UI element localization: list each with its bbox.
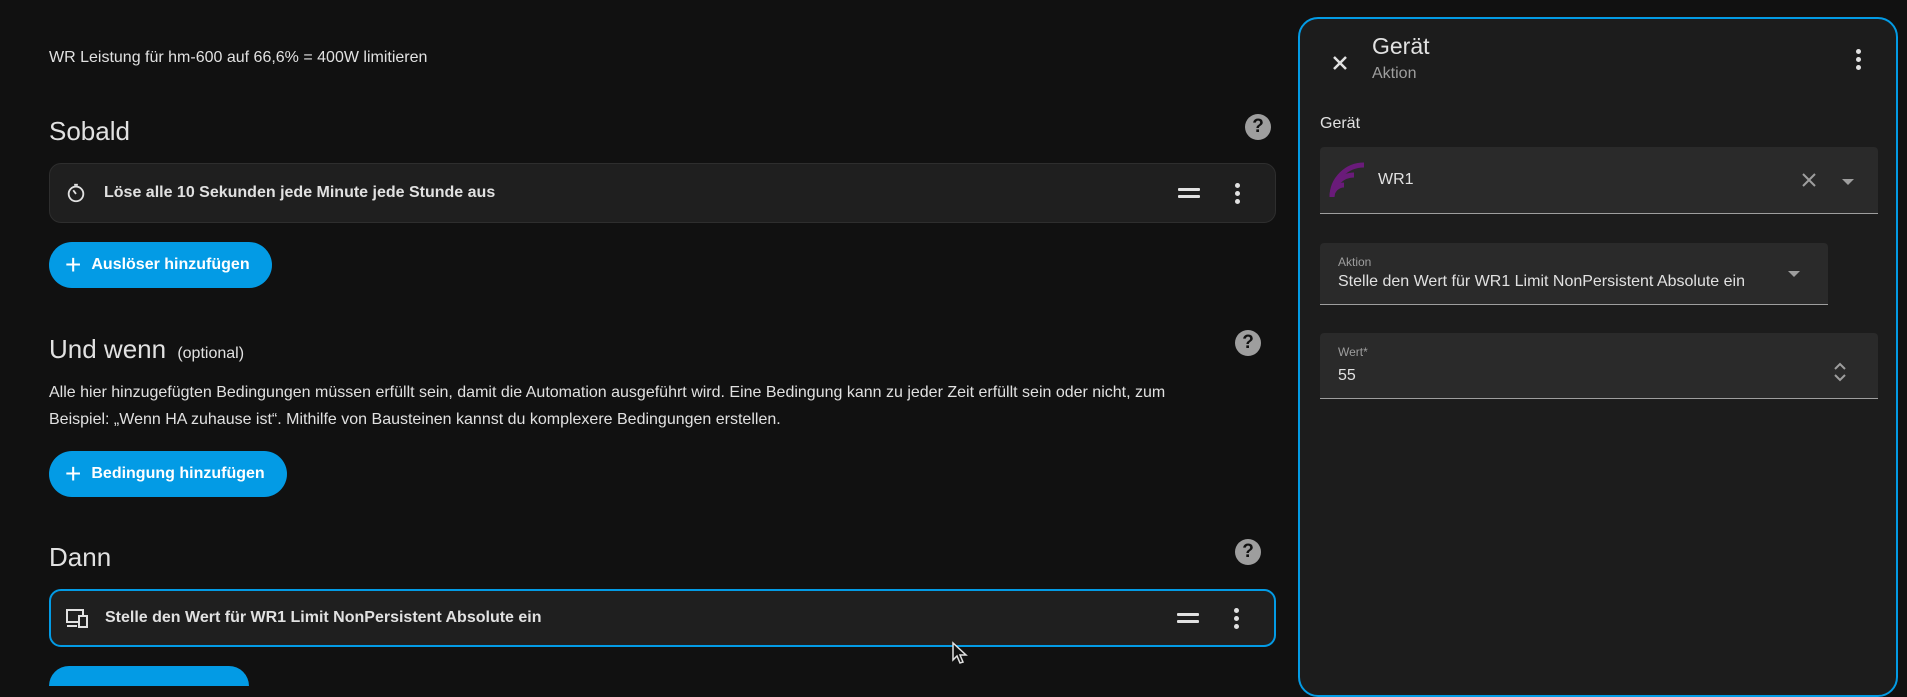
value-input[interactable]: Wert* 55 xyxy=(1320,333,1878,399)
triggers-title: Sobald xyxy=(49,116,130,146)
automation-editor: WR Leistung für hm-600 auf 66,6% = 400W … xyxy=(0,0,1300,686)
drag-handle-icon[interactable] xyxy=(1176,606,1200,630)
plus-icon: + xyxy=(65,458,82,489)
close-icon[interactable] xyxy=(1328,51,1352,75)
conditions-paragraph: Alle hier hinzugefügten Bedingungen müss… xyxy=(49,379,1279,433)
help-icon[interactable]: ? xyxy=(1235,539,1261,565)
trigger-row[interactable]: Löse alle 10 Sekunden jede Minute jede S… xyxy=(49,163,1276,223)
add-trigger-label: Auslöser hinzufügen xyxy=(91,256,250,273)
trigger-label: Löse alle 10 Sekunden jede Minute jede S… xyxy=(104,184,496,201)
conditions-optional: (optional) xyxy=(177,345,245,362)
panel-subtitle: Aktion xyxy=(1372,65,1417,82)
more-vert-icon[interactable] xyxy=(1846,47,1870,71)
actions-title: Dann xyxy=(49,542,112,572)
mouse-cursor-icon xyxy=(950,641,968,670)
clear-icon[interactable] xyxy=(1800,171,1818,194)
action-label: Stelle den Wert für WR1 Limit NonPersist… xyxy=(105,609,542,626)
value-input-label: Wert* xyxy=(1338,345,1368,359)
action-select[interactable]: Aktion Stelle den Wert für WR1 Limit Non… xyxy=(1320,243,1828,305)
panel-title: Gerät xyxy=(1372,33,1430,59)
chevron-down-icon xyxy=(1788,271,1800,277)
action-select-label: Aktion xyxy=(1338,255,1372,269)
more-vert-icon[interactable] xyxy=(1225,181,1249,205)
help-icon[interactable]: ? xyxy=(1245,114,1271,140)
help-icon[interactable]: ? xyxy=(1235,330,1261,356)
action-select-value: Stelle den Wert für WR1 Limit NonPersist… xyxy=(1338,273,1745,290)
device-action-panel: Gerät Aktion Gerät WR1 Aktion Stelle den… xyxy=(1298,17,1898,697)
conditions-paragraph-line1: Alle hier hinzugefügten Bedingungen müss… xyxy=(49,384,1166,401)
add-action-button[interactable] xyxy=(49,666,249,686)
timer-icon xyxy=(64,181,88,205)
action-row[interactable]: Stelle den Wert für WR1 Limit NonPersist… xyxy=(49,589,1276,647)
device-value: WR1 xyxy=(1378,171,1414,188)
value-input-value: 55 xyxy=(1338,367,1356,384)
drag-handle-icon[interactable] xyxy=(1177,181,1201,205)
add-condition-label: Bedingung hinzufügen xyxy=(91,465,265,482)
device-picker[interactable]: WR1 xyxy=(1320,147,1878,214)
more-vert-icon[interactable] xyxy=(1224,606,1248,630)
device-field-label: Gerät xyxy=(1320,115,1361,132)
stepper-icon[interactable] xyxy=(1832,361,1848,388)
conditions-title-text: Und wenn xyxy=(49,334,167,364)
wifi-signal-icon xyxy=(1328,161,1368,206)
conditions-title: Und wenn (optional) xyxy=(49,334,244,365)
chevron-down-icon[interactable] xyxy=(1842,179,1854,185)
automation-description: WR Leistung für hm-600 auf 66,6% = 400W … xyxy=(49,49,428,66)
conditions-paragraph-line2: Beispiel: „Wenn HA zuhause ist“. Mithilf… xyxy=(49,411,781,428)
add-trigger-button[interactable]: + Auslöser hinzufügen xyxy=(49,242,272,288)
add-condition-button[interactable]: + Bedingung hinzufügen xyxy=(49,451,287,497)
device-icon xyxy=(65,606,89,630)
plus-icon: + xyxy=(65,249,82,280)
